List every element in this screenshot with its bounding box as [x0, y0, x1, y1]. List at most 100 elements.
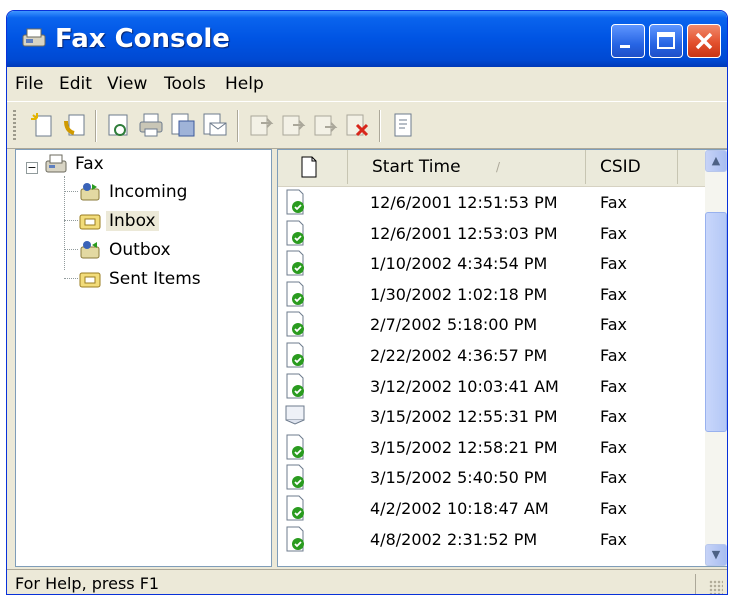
restart-icon[interactable]	[311, 111, 339, 139]
csid-cell: Fax	[600, 529, 628, 549]
table-row[interactable]: 3/15/2002 5:40:50 PM Fax	[278, 462, 706, 492]
status-separator	[695, 574, 696, 594]
toolbar-grip[interactable]	[13, 110, 16, 140]
maximize-button[interactable]	[649, 24, 683, 58]
tree-item-fax[interactable]: − Fax	[16, 152, 266, 178]
collapse-toggle[interactable]: −	[26, 162, 38, 174]
tree-label: Outbox	[109, 240, 171, 260]
view-icon[interactable]	[105, 111, 133, 139]
start-time-cell: 3/15/2002 12:55:31 PM	[370, 407, 558, 427]
toolbar-separator	[237, 110, 239, 142]
toolbar-separator	[95, 110, 97, 142]
tree-item-inbox[interactable]: Inbox	[16, 209, 266, 235]
start-time-cell: 12/6/2001 12:53:03 PM	[370, 223, 558, 243]
toolbar	[7, 102, 727, 149]
csid-cell: Fax	[600, 437, 628, 457]
close-button[interactable]	[687, 24, 721, 58]
title-bar[interactable]: Fax Console	[7, 11, 727, 67]
document-icon	[301, 156, 317, 178]
tree-item-incoming[interactable]: Incoming	[16, 180, 266, 206]
table-row[interactable]: 2/7/2002 5:18:00 PM Fax	[278, 309, 706, 339]
column-header-start-time[interactable]: Start Time /	[348, 150, 586, 184]
fax-console-window: Fax Console File Edit View Tools Help − …	[6, 10, 728, 595]
table-row[interactable]: 3/15/2002 12:55:31 PM Fax	[278, 401, 706, 431]
properties-icon[interactable]	[389, 111, 417, 139]
unread-fax-icon	[286, 495, 304, 521]
unread-fax-icon	[286, 464, 304, 490]
table-row[interactable]: 1/10/2002 4:34:54 PM Fax	[278, 248, 706, 278]
csid-cell: Fax	[600, 193, 628, 212]
unread-fax-icon	[286, 220, 304, 246]
csid-cell: Fax	[600, 407, 628, 427]
scroll-up-button[interactable]: ▲	[705, 150, 727, 172]
fax-machine-icon	[45, 154, 67, 173]
start-time-cell: 1/10/2002 4:34:54 PM	[370, 254, 548, 274]
start-time-cell: 4/8/2002 2:31:52 PM	[370, 529, 538, 549]
receive-fax-icon[interactable]	[61, 111, 89, 139]
start-time-cell: 12/6/2001 12:51:53 PM	[370, 193, 558, 212]
resume-icon[interactable]	[279, 111, 307, 139]
pause-icon[interactable]	[247, 111, 275, 139]
unread-fax-icon	[286, 526, 304, 552]
menu-view[interactable]: View	[107, 74, 147, 94]
unread-fax-icon	[286, 281, 304, 307]
status-text: For Help, press F1	[15, 574, 160, 593]
new-fax-icon[interactable]	[29, 111, 57, 139]
sort-arrow-icon: /	[496, 160, 501, 174]
start-time-cell: 4/2/2002 10:18:47 AM	[370, 499, 549, 518]
window-title: Fax Console	[55, 24, 230, 54]
column-label: Start Time	[372, 157, 461, 177]
read-fax-icon	[285, 405, 305, 425]
delete-icon[interactable]	[343, 111, 371, 139]
toolbar-separator	[379, 110, 381, 142]
sent-items-folder-icon	[79, 272, 101, 288]
print-icon[interactable]	[137, 111, 165, 139]
status-bar: For Help, press F1	[7, 569, 727, 594]
csid-cell: Fax	[600, 346, 628, 365]
scroll-thumb[interactable]	[705, 212, 727, 432]
menu-bar: File Edit View Tools Help	[7, 67, 727, 102]
tree-item-sent-items[interactable]: Sent Items	[16, 267, 266, 293]
unread-fax-icon	[286, 434, 304, 460]
minimize-button[interactable]	[611, 24, 645, 58]
maximize-icon	[657, 32, 675, 49]
fax-machine-icon	[22, 28, 46, 47]
vertical-scrollbar[interactable]: ▲ ▼	[705, 150, 727, 566]
tree-label: Inbox	[106, 211, 159, 231]
column-header-icon[interactable]	[278, 150, 348, 184]
unread-fax-icon	[286, 373, 304, 399]
resize-grip[interactable]	[709, 580, 723, 594]
unread-fax-icon	[286, 189, 304, 215]
inbox-folder-icon	[79, 214, 101, 230]
tree-item-outbox[interactable]: Outbox	[16, 238, 266, 264]
scroll-down-button[interactable]: ▼	[705, 544, 727, 566]
csid-cell: Fax	[600, 315, 628, 335]
unread-fax-icon	[286, 311, 304, 337]
menu-file[interactable]: File	[15, 74, 43, 94]
table-row[interactable]: 2/22/2002 4:36:57 PM Fax	[278, 340, 706, 370]
table-row[interactable]: 1/30/2002 1:02:18 PM Fax	[278, 279, 706, 309]
minimize-icon	[620, 45, 630, 48]
column-header-csid[interactable]: CSID	[586, 150, 678, 184]
incoming-fax-icon	[80, 183, 100, 201]
folder-tree[interactable]: − Fax Incoming Inbox Outbox Sent Items	[15, 149, 272, 567]
start-time-cell: 3/15/2002 12:58:21 PM	[370, 437, 558, 457]
table-row[interactable]: 4/2/2002 10:18:47 AM Fax	[278, 493, 706, 523]
table-row[interactable]: 3/12/2002 10:03:41 AM Fax	[278, 371, 706, 401]
start-time-cell: 2/22/2002 4:36:57 PM	[370, 346, 548, 365]
start-time-cell: 3/12/2002 10:03:41 AM	[370, 376, 559, 396]
menu-help[interactable]: Help	[225, 74, 264, 94]
table-row[interactable]: 4/8/2002 2:31:52 PM Fax	[278, 524, 706, 554]
csid-cell: Fax	[600, 284, 628, 304]
list-header: Start Time / CSID	[278, 150, 706, 187]
table-row[interactable]: 3/15/2002 12:58:21 PM Fax	[278, 432, 706, 462]
menu-edit[interactable]: Edit	[59, 74, 92, 94]
save-as-icon[interactable]	[169, 111, 197, 139]
menu-tools[interactable]: Tools	[164, 74, 206, 94]
fax-list[interactable]: Start Time / CSID 12/6/2001 12:51:53 PM F…	[277, 149, 727, 567]
table-row[interactable]: 12/6/2001 12:53:03 PM Fax	[278, 218, 706, 248]
table-row[interactable]: 12/6/2001 12:51:53 PM Fax	[278, 187, 706, 217]
csid-cell: Fax	[600, 376, 628, 396]
email-icon[interactable]	[201, 111, 229, 139]
start-time-cell: 3/15/2002 5:40:50 PM	[370, 468, 548, 488]
